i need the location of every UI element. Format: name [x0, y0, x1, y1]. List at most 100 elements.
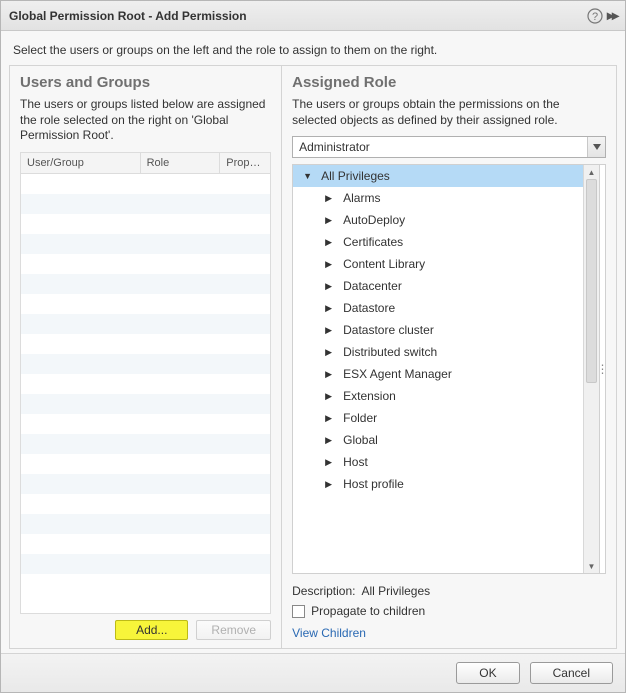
dialog-footer: OK Cancel — [1, 653, 625, 692]
table-row — [21, 234, 270, 254]
expand-icon[interactable]: ▶ — [325, 435, 333, 446]
tree-item-label: Certificates — [343, 235, 403, 249]
dropdown-icon[interactable] — [587, 137, 605, 157]
tree-item-label: Content Library — [343, 257, 425, 271]
expand-icon[interactable]: ▶ — [325, 347, 333, 358]
table-row — [21, 474, 270, 494]
table-body — [21, 174, 270, 613]
privileges-tree[interactable]: ▼ All Privileges ▶ Alarms ▶ AutoDeploy ▶ Cert… — [293, 165, 583, 573]
tree-item[interactable]: ▶ Global — [293, 429, 583, 451]
expand-icon[interactable]: ▶ — [325, 193, 333, 204]
scroll-thumb[interactable] — [586, 179, 597, 383]
col-role[interactable]: Role — [141, 153, 221, 173]
privileges-tree-container: ▼ All Privileges ▶ Alarms ▶ AutoDeploy ▶ Cert… — [292, 164, 606, 574]
add-button[interactable]: Add... — [115, 620, 188, 640]
table-row — [21, 294, 270, 314]
tree-item-label: Global — [343, 433, 378, 447]
expand-icon[interactable]: ▶ — [325, 479, 333, 490]
table-row — [21, 534, 270, 554]
table-row — [21, 434, 270, 454]
role-select-value: Administrator — [293, 137, 587, 157]
tree-item[interactable]: ▶ Host profile — [293, 473, 583, 495]
tree-item[interactable]: ▶ Datastore — [293, 297, 583, 319]
table-row — [21, 334, 270, 354]
table-row — [21, 374, 270, 394]
titlebar: Global Permission Root - Add Permission … — [1, 1, 625, 31]
tree-item-label: Alarms — [343, 191, 380, 205]
expand-icon[interactable]: ▶ — [325, 457, 333, 468]
add-permission-dialog: Global Permission Root - Add Permission … — [0, 0, 626, 693]
tree-item-label: ESX Agent Manager — [343, 367, 452, 381]
users-groups-panel: Users and Groups The users or groups lis… — [9, 65, 282, 649]
tree-item-label: Host — [343, 455, 368, 469]
scroll-down-icon[interactable]: ▼ — [584, 559, 599, 573]
tree-item-label: Host profile — [343, 477, 404, 491]
cancel-button[interactable]: Cancel — [530, 662, 613, 684]
table-row — [21, 394, 270, 414]
tree-item[interactable]: ▶ Content Library — [293, 253, 583, 275]
table-row — [21, 274, 270, 294]
assigned-role-title: Assigned Role — [292, 74, 606, 91]
assigned-role-desc: The users or groups obtain the permissio… — [292, 97, 606, 128]
dialog-title: Global Permission Root - Add Permission — [9, 9, 587, 23]
expand-icon[interactable]: ▶ — [325, 413, 333, 424]
tree-item[interactable]: ▶ Distributed switch — [293, 341, 583, 363]
table-header: User/Group Role Propa... — [21, 153, 270, 174]
users-groups-title: Users and Groups — [20, 74, 271, 91]
description-value: All Privileges — [361, 584, 430, 598]
tree-item[interactable]: ▶ Datacenter — [293, 275, 583, 297]
users-groups-table: User/Group Role Propa... — [20, 152, 271, 614]
expand-icon[interactable]: ▶ — [325, 369, 333, 380]
scroll-up-icon[interactable]: ▲ — [584, 165, 599, 179]
expand-icon[interactable]: ▶ — [325, 215, 333, 226]
expand-icon[interactable]: ▶ — [325, 325, 333, 336]
propagate-checkbox[interactable] — [292, 605, 305, 618]
tree-item-label: Extension — [343, 389, 396, 403]
table-row — [21, 354, 270, 374]
assigned-role-panel: Assigned Role The users or groups obtain… — [282, 65, 617, 649]
tree-root-label: All Privileges — [321, 169, 390, 183]
tree-item[interactable]: ▶ Extension — [293, 385, 583, 407]
expand-icon[interactable]: ▶ — [325, 259, 333, 270]
expand-icon[interactable]: ▶ — [325, 281, 333, 292]
propagate-label: Propagate to children — [311, 604, 425, 618]
col-user-group[interactable]: User/Group — [21, 153, 141, 173]
users-groups-desc: The users or groups listed below are ass… — [20, 97, 271, 144]
tree-root-all-privileges[interactable]: ▼ All Privileges — [293, 165, 583, 187]
table-row — [21, 414, 270, 434]
tree-item-label: Folder — [343, 411, 377, 425]
role-select[interactable]: Administrator — [292, 136, 606, 158]
remove-button: Remove — [196, 620, 271, 640]
instruction-text: Select the users or groups on the left a… — [1, 31, 625, 65]
pin-icon[interactable]: ▸▸ — [607, 7, 617, 24]
tree-item-label: Datastore cluster — [343, 323, 434, 337]
tree-item-label: Datacenter — [343, 279, 402, 293]
tree-item-label: Datastore — [343, 301, 395, 315]
table-row — [21, 194, 270, 214]
tree-item[interactable]: ▶ ESX Agent Manager — [293, 363, 583, 385]
tree-item[interactable]: ▶ AutoDeploy — [293, 209, 583, 231]
description-label: Description: — [292, 584, 355, 598]
table-row — [21, 514, 270, 534]
table-row — [21, 494, 270, 514]
tree-item-label: AutoDeploy — [343, 213, 405, 227]
resize-handle[interactable]: ⋮ — [599, 165, 605, 573]
tree-item[interactable]: ▶ Datastore cluster — [293, 319, 583, 341]
expand-icon[interactable]: ▶ — [325, 391, 333, 402]
tree-item[interactable]: ▶ Folder — [293, 407, 583, 429]
table-row — [21, 574, 270, 594]
tree-item-label: Distributed switch — [343, 345, 437, 359]
expand-icon[interactable]: ▶ — [325, 303, 333, 314]
ok-button[interactable]: OK — [456, 662, 519, 684]
tree-item[interactable]: ▶ Host — [293, 451, 583, 473]
table-row — [21, 314, 270, 334]
expand-icon[interactable]: ▶ — [325, 237, 333, 248]
expand-icon[interactable]: ▼ — [303, 171, 311, 181]
help-icon[interactable]: ? — [587, 8, 603, 24]
tree-item[interactable]: ▶ Certificates — [293, 231, 583, 253]
view-children-link[interactable]: View Children — [292, 626, 606, 640]
col-propagate[interactable]: Propa... — [220, 153, 270, 173]
table-row — [21, 174, 270, 194]
tree-item[interactable]: ▶ Alarms — [293, 187, 583, 209]
svg-text:?: ? — [592, 11, 598, 23]
